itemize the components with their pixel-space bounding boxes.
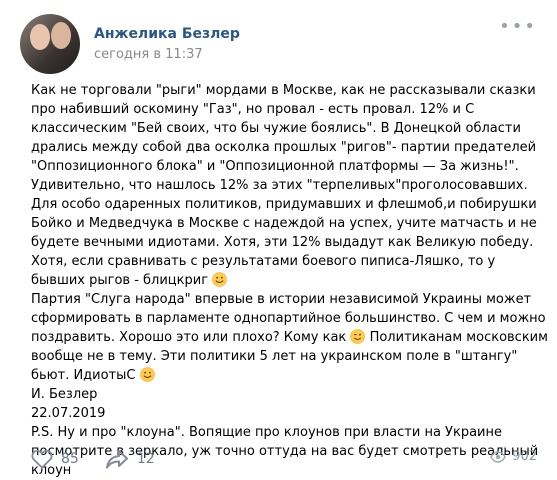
post-footer: 85 12 902 — [31, 447, 537, 471]
like-button[interactable]: 85 — [31, 449, 79, 469]
eye-icon — [490, 450, 506, 463]
share-button[interactable]: 12 — [105, 449, 155, 469]
post-paragraph-text: Как не торговали "рыги" мордами в Москве… — [31, 83, 537, 288]
views-count: 902 — [512, 449, 537, 464]
share-count: 12 — [136, 451, 155, 467]
post-paragraph: Как не торговали "рыги" мордами в Москве… — [31, 81, 551, 290]
views-counter: 902 — [490, 449, 537, 464]
author-avatar[interactable] — [20, 14, 80, 74]
post-date: 22.07.2019 — [31, 406, 106, 421]
post-signature: И. Безлер — [31, 387, 98, 402]
author-name[interactable]: Анжелика Безлер — [94, 25, 240, 43]
smile-emoji-icon — [139, 367, 155, 382]
post-header: Анжелика Безлер сегодня в 11:37 — [20, 14, 240, 74]
post-text: Как не торговали "рыги" мордами в Москве… — [31, 81, 551, 480]
wink-emoji-icon — [350, 329, 366, 344]
smile-emoji-icon — [212, 272, 227, 287]
post-paragraph: Партия "Слуга народа" впервые в истории … — [31, 290, 551, 385]
more-options-button[interactable]: ••• — [499, 18, 537, 36]
post-time[interactable]: сегодня в 11:37 — [94, 47, 240, 63]
heart-icon — [31, 449, 53, 469]
like-count: 85 — [61, 451, 79, 467]
share-icon — [105, 450, 128, 469]
post-card: Анжелика Безлер сегодня в 11:37 ••• Как … — [0, 0, 557, 478]
author-block: Анжелика Безлер сегодня в 11:37 — [94, 25, 240, 63]
